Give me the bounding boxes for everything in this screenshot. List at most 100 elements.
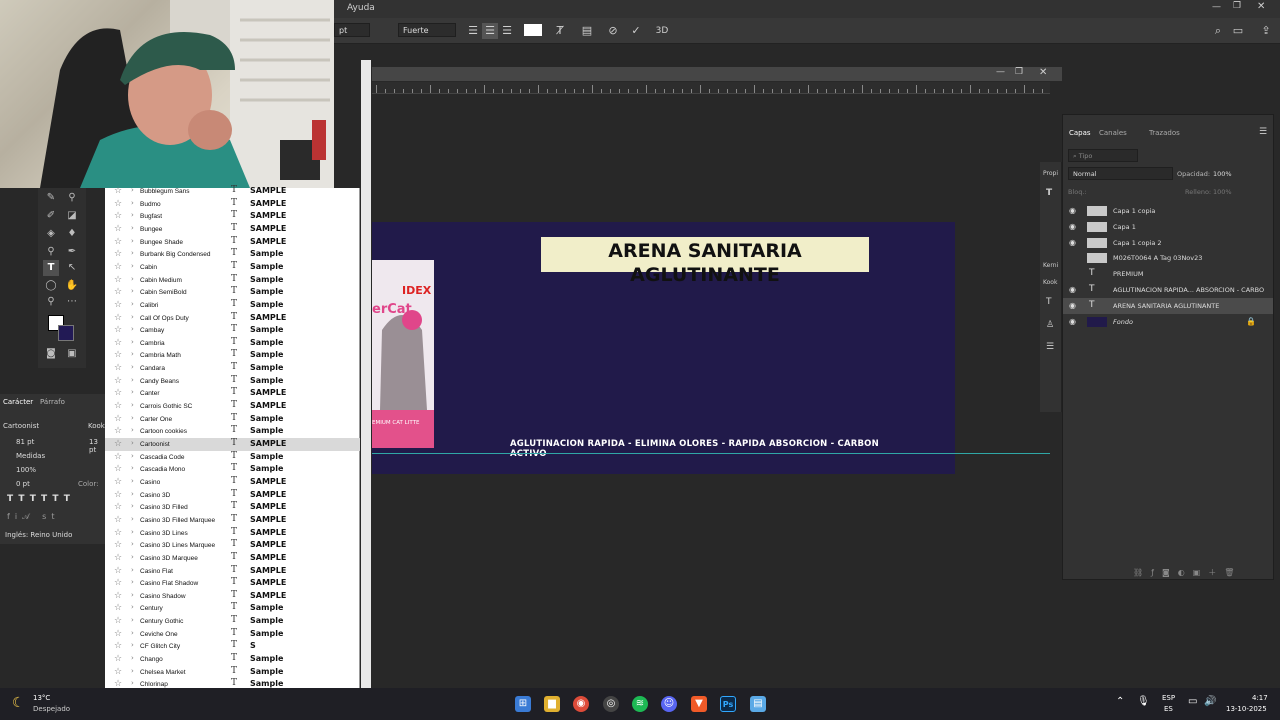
- font-list-item[interactable]: ☆ › Cartoon cookies T Sample: [105, 425, 360, 438]
- favorite-star-icon[interactable]: ☆: [114, 414, 122, 424]
- favorite-star-icon[interactable]: ☆: [114, 426, 122, 436]
- favorite-star-icon[interactable]: ☆: [114, 490, 122, 500]
- tab-paths[interactable]: Trazados: [1149, 129, 1180, 137]
- tab-character[interactable]: Carácter: [3, 398, 33, 406]
- favorite-star-icon[interactable]: ☆: [114, 338, 122, 348]
- clock-time[interactable]: 4:17: [1252, 694, 1268, 702]
- font-list-item[interactable]: ☆ › Carrois Gothic SC T SAMPLE: [105, 400, 360, 413]
- doc-close-button[interactable]: ✕: [1039, 67, 1047, 78]
- brave-icon[interactable]: ▼: [691, 696, 707, 712]
- favorite-star-icon[interactable]: ☆: [114, 262, 122, 272]
- font-list-item[interactable]: ☆ › Casino Flat Shadow T SAMPLE: [105, 577, 360, 590]
- visibility-eye-icon[interactable]: ◉: [1069, 317, 1076, 326]
- favorite-star-icon[interactable]: ☆: [114, 566, 122, 576]
- background-color-swatch[interactable]: [58, 325, 74, 341]
- layer-row[interactable]: ◉ Capa 1 copia: [1063, 203, 1273, 219]
- font-list-item[interactable]: ☆ › CF Glitch City T S: [105, 640, 360, 653]
- favorite-star-icon[interactable]: ☆: [114, 464, 122, 474]
- doc-minimize-button[interactable]: —: [996, 67, 1005, 77]
- properties-label[interactable]: Propi: [1043, 170, 1058, 177]
- favorite-star-icon[interactable]: ☆: [114, 578, 122, 588]
- favorite-star-icon[interactable]: ☆: [114, 616, 122, 626]
- favorite-star-icon[interactable]: ☆: [114, 515, 122, 525]
- chevron-right-icon[interactable]: ›: [131, 540, 134, 548]
- file-explorer-icon[interactable]: ▆: [544, 696, 560, 712]
- font-size-field[interactable]: 81 pt: [16, 438, 34, 446]
- favorite-star-icon[interactable]: ☆: [114, 654, 122, 664]
- chevron-right-icon[interactable]: ›: [131, 464, 134, 472]
- favorite-star-icon[interactable]: ☆: [114, 388, 122, 398]
- font-list-item[interactable]: ☆ › Calibri T Sample: [105, 299, 360, 312]
- paint-bucket-icon[interactable]: ◈: [43, 226, 59, 242]
- artboard-canvas[interactable]: IDEX erCat EMIUM CAT LITTE ARENA SANITAR…: [372, 222, 955, 474]
- blur-tool-icon[interactable]: ♦: [64, 226, 80, 242]
- chevron-right-icon[interactable]: ›: [131, 325, 134, 333]
- network-icon[interactable]: ▭: [1188, 696, 1197, 707]
- language-dropdown[interactable]: Inglés: Reino Unido: [5, 531, 72, 539]
- font-list-item[interactable]: ☆ › Call Of Ops Duty T SAMPLE: [105, 312, 360, 325]
- favorite-star-icon[interactable]: ☆: [114, 553, 122, 563]
- font-list-item[interactable]: ☆ › Cambay T Sample: [105, 324, 360, 337]
- microphone-icon[interactable]: 🎙: [1137, 696, 1150, 707]
- favorite-star-icon[interactable]: ☆: [114, 528, 122, 538]
- favorite-star-icon[interactable]: ☆: [114, 199, 122, 209]
- chevron-right-icon[interactable]: ›: [131, 388, 134, 396]
- chevron-right-icon[interactable]: ›: [131, 426, 134, 434]
- panel-menu-icon[interactable]: ☰: [1259, 127, 1267, 137]
- favorite-star-icon[interactable]: ☆: [114, 477, 122, 487]
- visibility-eye-icon[interactable]: ◉: [1069, 222, 1076, 231]
- brush-tool-icon[interactable]: ✎: [43, 190, 59, 206]
- favorite-star-icon[interactable]: ☆: [114, 667, 122, 677]
- font-list-item[interactable]: ☆ › Cambria Math T Sample: [105, 349, 360, 362]
- align-right-icon[interactable]: ☰: [499, 23, 515, 39]
- start-icon[interactable]: ⊞: [515, 696, 531, 712]
- layer-row[interactable]: ◉ Fondo 🔒: [1063, 314, 1273, 330]
- type-tool-icon[interactable]: T: [43, 260, 59, 276]
- chevron-right-icon[interactable]: ›: [131, 452, 134, 460]
- font-list-item[interactable]: ☆ › Cascadia Code T Sample: [105, 451, 360, 464]
- dodge-tool-icon[interactable]: ⚲: [43, 244, 59, 260]
- eraser-tool-icon[interactable]: ◪: [64, 208, 80, 224]
- font-list-item[interactable]: ☆ › Cartoonist T SAMPLE: [105, 438, 360, 451]
- font-list-item[interactable]: ☆ › Bungee Shade T SAMPLE: [105, 236, 360, 249]
- chevron-right-icon[interactable]: ›: [131, 502, 134, 510]
- favorite-star-icon[interactable]: ☆: [114, 363, 122, 373]
- notepad-icon[interactable]: ▤: [750, 696, 766, 712]
- layer-filter-search[interactable]: ⌕ Tipo: [1068, 149, 1138, 162]
- font-style-field[interactable]: Kook: [88, 422, 105, 430]
- font-list-item[interactable]: ☆ › Century T Sample: [105, 602, 360, 615]
- maximize-window-button[interactable]: ❐: [1233, 1, 1241, 11]
- favorite-star-icon[interactable]: ☆: [114, 350, 122, 360]
- favorite-star-icon[interactable]: ☆: [114, 591, 122, 601]
- tab-paragraph[interactable]: Párrafo: [40, 398, 65, 406]
- font-list-item[interactable]: ☆ › Budmo T SAMPLE: [105, 198, 360, 211]
- favorite-star-icon[interactable]: ☆: [114, 641, 122, 651]
- font-list-item[interactable]: ☆ › Ceviche One T Sample: [105, 628, 360, 641]
- chevron-right-icon[interactable]: ›: [131, 667, 134, 675]
- antialias-dropdown[interactable]: Fuerte: [398, 23, 456, 37]
- chevron-right-icon[interactable]: ›: [131, 224, 134, 232]
- favorite-star-icon[interactable]: ☆: [114, 186, 122, 196]
- character-icon[interactable]: T: [1046, 297, 1052, 307]
- visibility-eye-icon[interactable]: ◉: [1069, 206, 1076, 215]
- chevron-right-icon[interactable]: ›: [131, 528, 134, 536]
- favorite-star-icon[interactable]: ☆: [114, 376, 122, 386]
- chevron-right-icon[interactable]: ›: [131, 553, 134, 561]
- chevron-right-icon[interactable]: ›: [131, 350, 134, 358]
- chevron-right-icon[interactable]: ›: [131, 566, 134, 574]
- weather-desc[interactable]: Despejado: [33, 705, 70, 713]
- chevron-right-icon[interactable]: ›: [131, 401, 134, 409]
- font-list-item[interactable]: ☆ › Candy Beans T Sample: [105, 375, 360, 388]
- favorite-star-icon[interactable]: ☆: [114, 287, 122, 297]
- favorite-star-icon[interactable]: ☆: [114, 249, 122, 259]
- chevron-right-icon[interactable]: ›: [131, 414, 134, 422]
- font-list-item[interactable]: ☆ › Cabin SemiBold T Sample: [105, 286, 360, 299]
- chevron-right-icon[interactable]: ›: [131, 338, 134, 346]
- font-list-item[interactable]: ☆ › Bugfast T SAMPLE: [105, 210, 360, 223]
- favorite-star-icon[interactable]: ☆: [114, 300, 122, 310]
- chevron-right-icon[interactable]: ›: [131, 249, 134, 257]
- font-list-item[interactable]: ☆ › Candara T Sample: [105, 362, 360, 375]
- layer-row[interactable]: T PREMIUM: [1063, 266, 1273, 282]
- spotify-icon[interactable]: ≋: [632, 696, 648, 712]
- font-list-item[interactable]: ☆ › Casino 3D T SAMPLE: [105, 489, 360, 502]
